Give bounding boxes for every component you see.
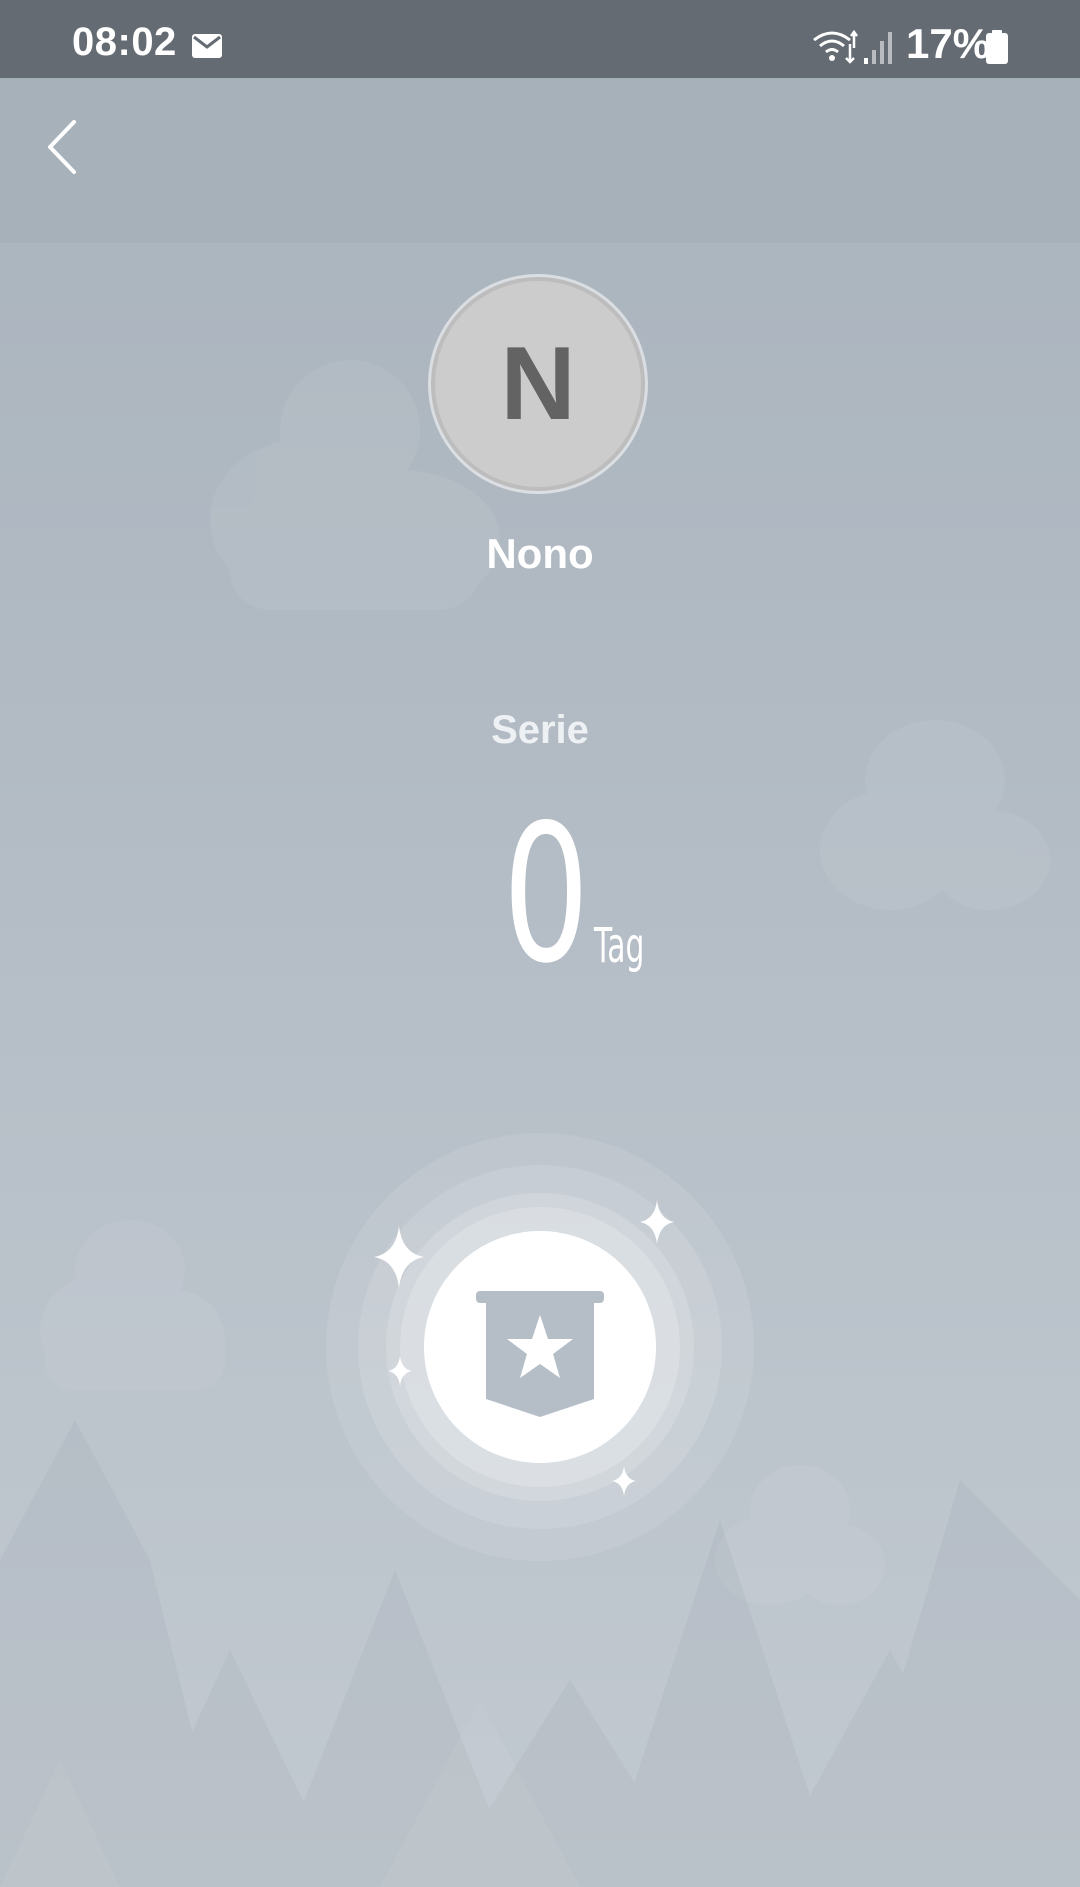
wifi-icon [813,29,858,64]
status-bar: 08:02 17% [0,0,1080,78]
back-arrow-icon[interactable] [40,112,88,182]
sparkle-icon [612,1466,636,1496]
battery-percent: 17% [906,20,991,67]
sparkle-icon [388,1356,412,1386]
user-name: Nono [486,530,594,577]
sparkle-icon [374,1226,424,1288]
streak-screen: 08:02 17% N Nono Serie 0 Tag [0,0,1080,1887]
streak-unit: Tag [594,918,645,974]
avatar-initial: N [500,326,576,442]
streak-label: Serie [491,708,589,752]
avatar: N [431,277,645,491]
streak-badge-button[interactable] [424,1231,656,1463]
mail-icon [192,34,222,58]
sparkle-icon [640,1200,674,1244]
signal-icon [864,32,892,64]
banner-star-icon [476,1291,604,1417]
streak-value: 0 [502,784,590,1005]
status-time: 08:02 [72,20,177,64]
battery-icon [986,30,1008,64]
header-bar [0,78,1080,243]
